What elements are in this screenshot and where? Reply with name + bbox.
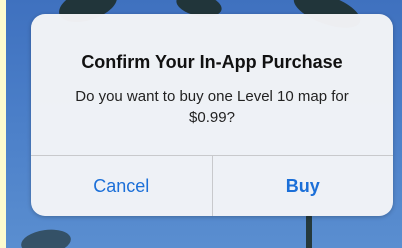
purchase-confirm-dialog: Confirm Your In-App Purchase Do you want… [31, 14, 393, 216]
dialog-message: Do you want to buy one Level 10 map for … [75, 88, 349, 126]
dialog-title: Confirm Your In-App Purchase [81, 52, 343, 72]
palm-leaves-image [19, 226, 73, 248]
app-background: Confirm Your In-App Purchase Do you want… [6, 0, 402, 248]
palm-trunk-image [306, 215, 312, 248]
buy-button[interactable]: Buy [213, 156, 394, 216]
cancel-button[interactable]: Cancel [31, 156, 213, 216]
dialog-button-row: Cancel Buy [31, 155, 393, 216]
